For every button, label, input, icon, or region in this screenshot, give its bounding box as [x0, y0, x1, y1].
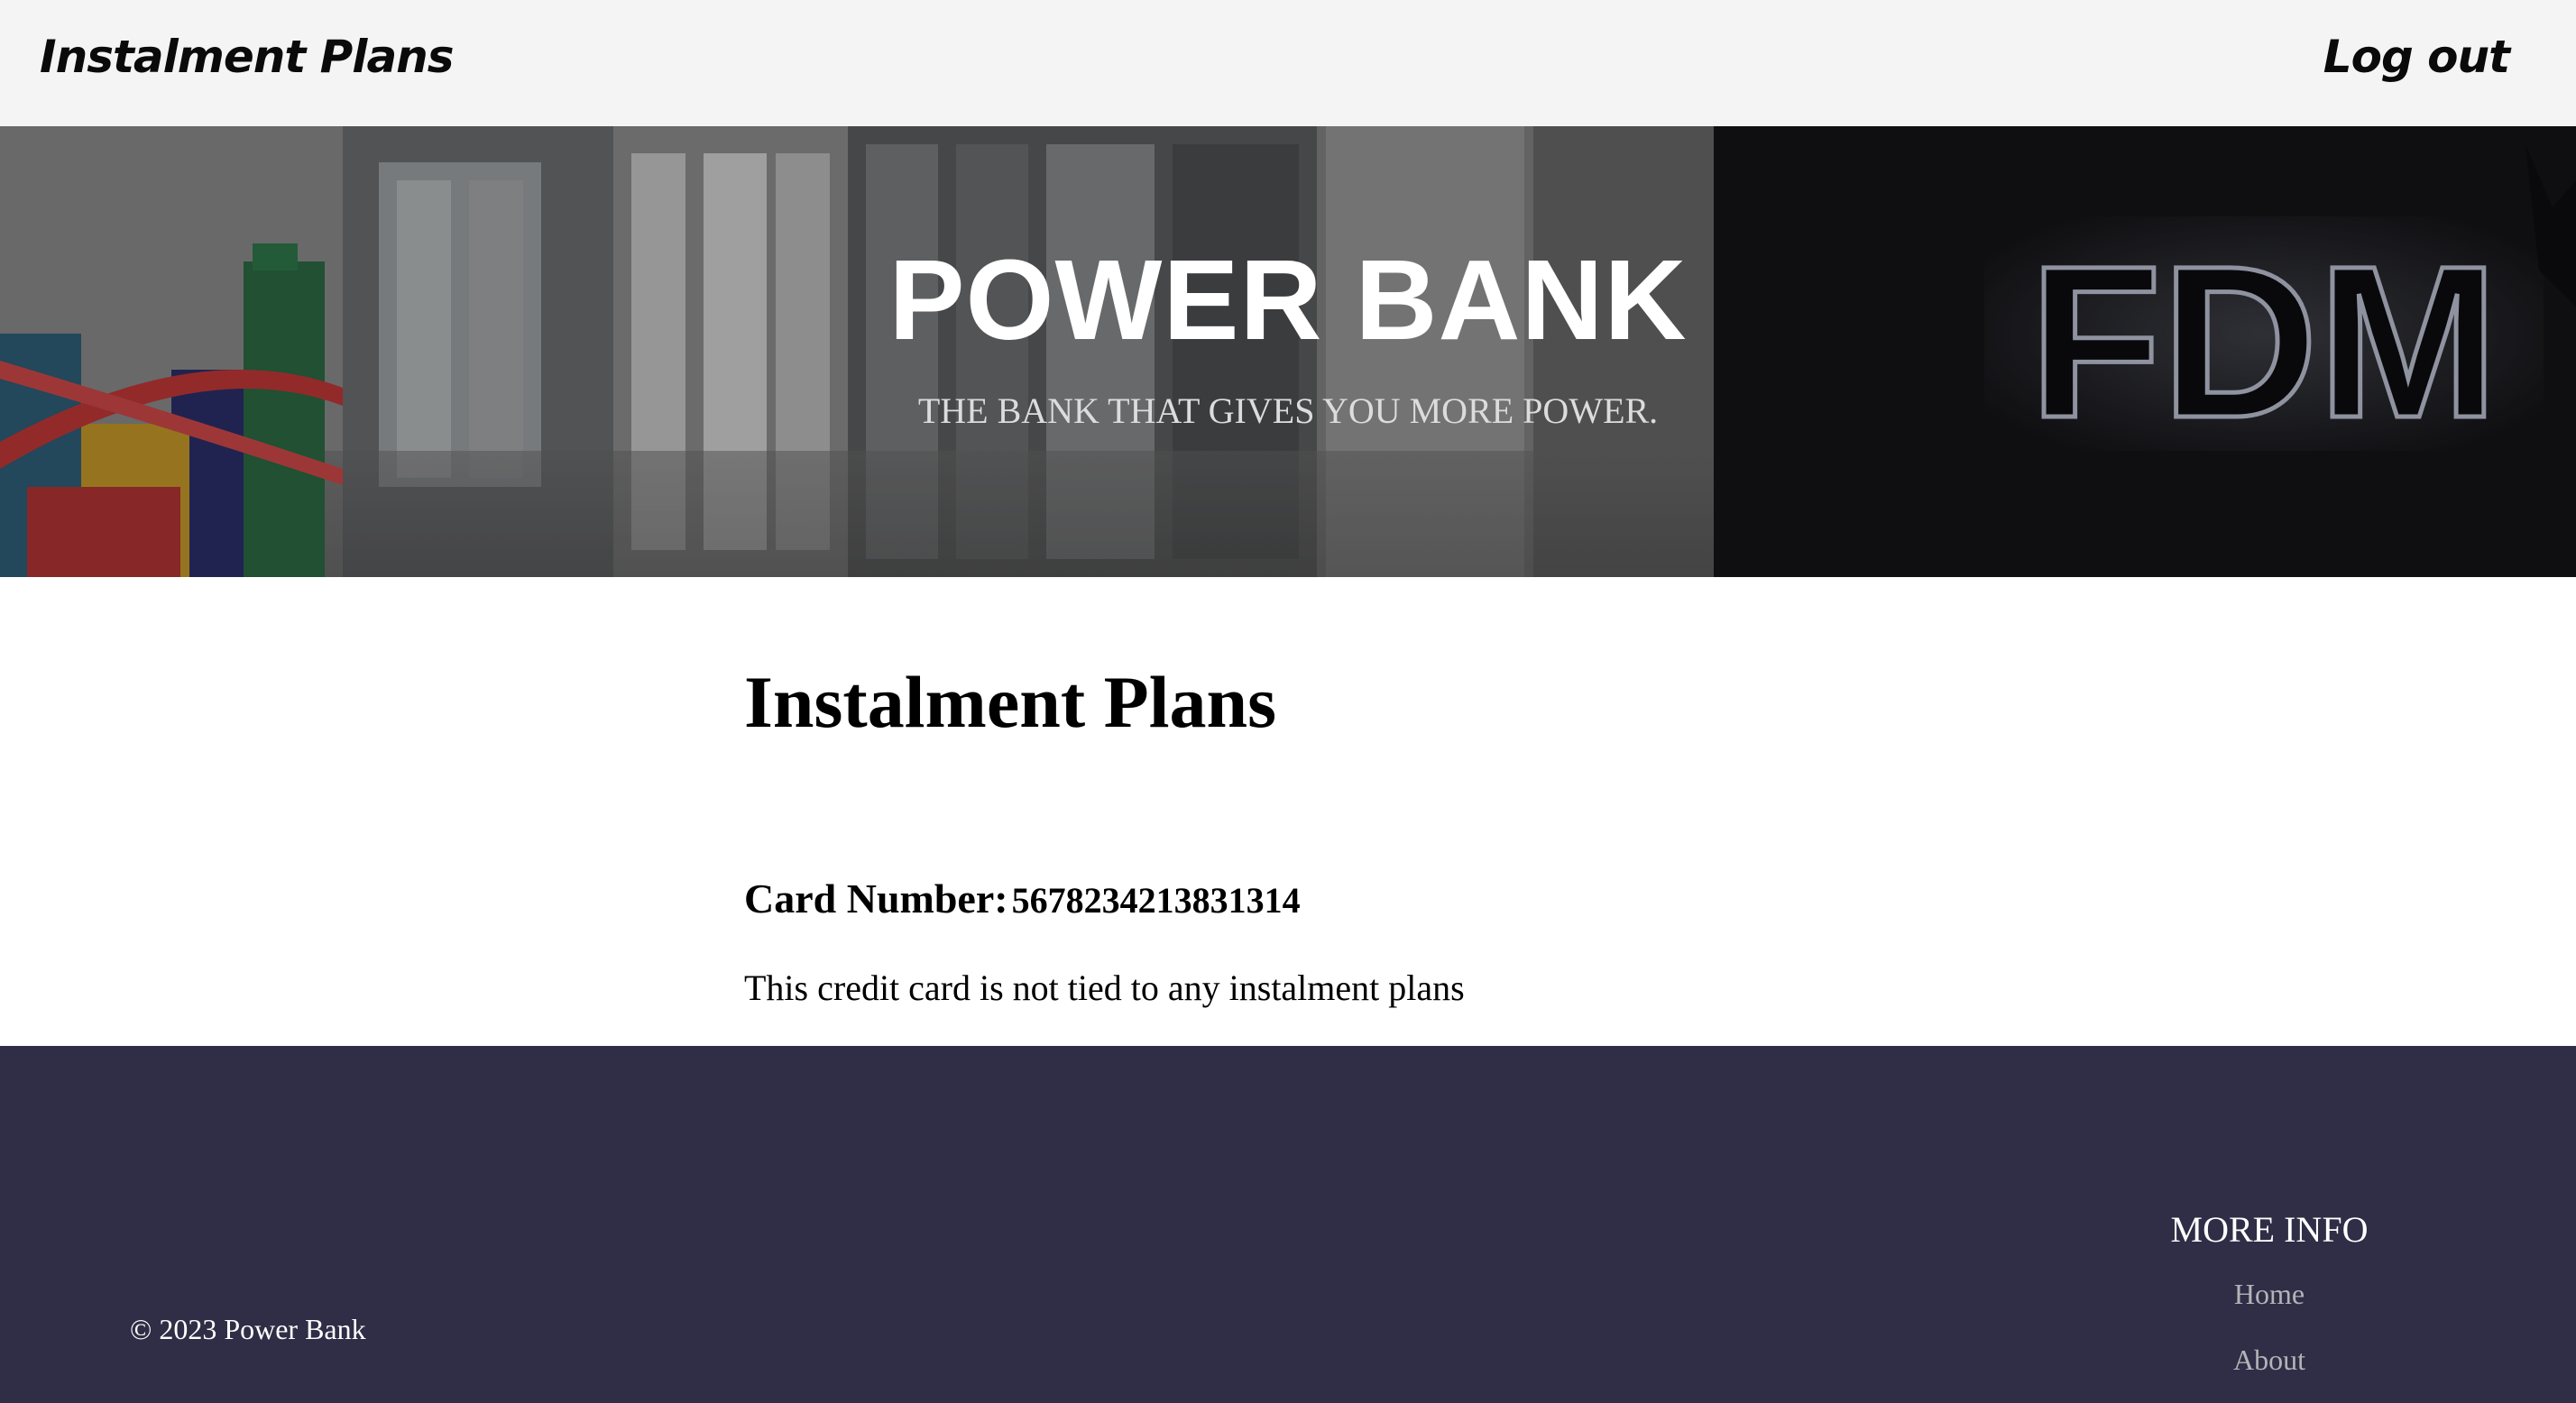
hero-title: POWER BANK — [888, 236, 1688, 363]
more-info-title: MORE INFO — [2170, 1209, 2369, 1250]
logout-link[interactable]: Log out — [2323, 31, 2510, 83]
card-number-label: Card Number: — [744, 876, 1008, 922]
no-plans-message: This credit card is not tied to any inst… — [744, 967, 1465, 1008]
hero-banner: FDM POWER BANK THE BANK THAT GIVES YOU M… — [0, 126, 2576, 577]
page-title: Instalment Plans — [744, 661, 1277, 743]
top-navbar: Instalment Plans Log out — [0, 0, 2576, 126]
copyright-text: © 2023 Power Bank — [130, 1313, 366, 1345]
footer-link-about[interactable]: About — [2089, 1343, 2450, 1377]
footer: © 2023 Power Bank MORE INFO Home About — [0, 1046, 2576, 1403]
hero-subtitle: THE BANK THAT GIVES YOU MORE POWER. — [917, 390, 1659, 431]
card-number-value: 5678234213831314 — [1011, 880, 1301, 921]
nav-brand-link[interactable]: Instalment Plans — [40, 31, 455, 83]
more-info-section: MORE INFO Home About — [2089, 1208, 2450, 1377]
card-number-line: Card Number: 5678234213831314 — [744, 875, 1301, 922]
footer-link-home[interactable]: Home — [2089, 1278, 2450, 1311]
